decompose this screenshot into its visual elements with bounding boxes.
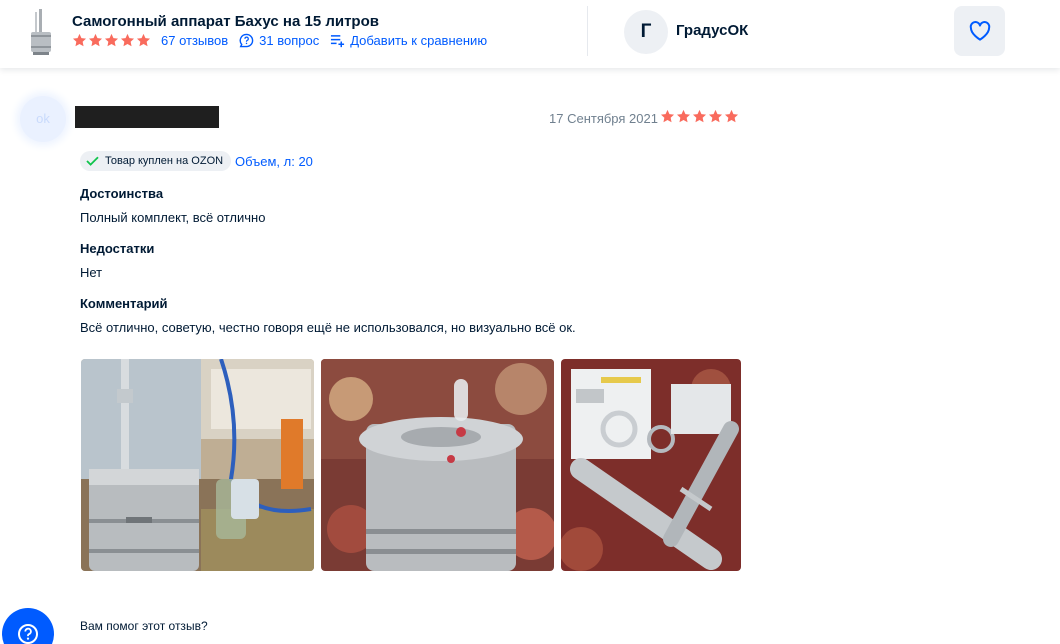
review-date: 17 Сентября 2021 bbox=[549, 111, 658, 126]
review-rating-stars bbox=[660, 109, 740, 124]
star-icon bbox=[72, 33, 87, 47]
speech-bubble-icon bbox=[239, 33, 254, 48]
cons-heading: Недостатки bbox=[80, 241, 155, 256]
comment-text: Всё отлично, советую, честно говоря ещё … bbox=[80, 320, 576, 335]
product-header: Самогонный аппарат Бахус на 15 литров 67… bbox=[0, 0, 1060, 68]
product-meta-row: 67 отзывов 31 вопрос Добавить к сравнени… bbox=[72, 33, 487, 48]
reviewer-avatar: ok bbox=[20, 96, 66, 142]
star-icon bbox=[692, 109, 707, 123]
compare-link[interactable]: Добавить к сравнению bbox=[330, 33, 487, 48]
help-button[interactable] bbox=[2, 608, 54, 644]
reviewer-name-redacted bbox=[75, 106, 219, 128]
header-divider bbox=[587, 6, 588, 56]
star-icon bbox=[708, 109, 723, 123]
compare-label: Добавить к сравнению bbox=[350, 33, 488, 48]
pros-heading: Достоинства bbox=[80, 186, 164, 201]
star-icon bbox=[120, 33, 135, 47]
cons-text: Нет bbox=[80, 265, 103, 280]
product-thumbnail[interactable] bbox=[28, 8, 54, 56]
question-icon bbox=[18, 624, 38, 644]
add-to-compare-icon bbox=[331, 35, 345, 48]
helpful-question: Вам помог этот отзыв? bbox=[80, 619, 208, 633]
product-title[interactable]: Самогонный аппарат Бахус на 15 литров bbox=[72, 13, 379, 30]
star-icon bbox=[104, 33, 119, 47]
star-icon bbox=[88, 33, 103, 47]
seller-avatar[interactable]: Г bbox=[624, 10, 668, 54]
questions-link[interactable]: 31 вопрос bbox=[239, 33, 319, 48]
star-icon bbox=[676, 109, 691, 123]
check-icon bbox=[86, 156, 99, 166]
heart-icon bbox=[969, 21, 990, 41]
questions-label: 31 вопрос bbox=[259, 33, 320, 48]
favorite-button[interactable] bbox=[954, 6, 1005, 56]
verified-purchase-badge: Товар куплен на OZON bbox=[80, 151, 232, 171]
review-photo[interactable] bbox=[561, 359, 741, 571]
product-rating-stars[interactable] bbox=[72, 33, 152, 48]
verified-purchase-label: Товар куплен на OZON bbox=[105, 155, 224, 167]
seller-name[interactable]: ГрадусОК bbox=[676, 22, 748, 39]
review-photo[interactable] bbox=[81, 359, 314, 571]
reviews-link[interactable]: 67 отзывов bbox=[161, 33, 228, 48]
star-icon bbox=[724, 109, 739, 123]
review-photo[interactable] bbox=[321, 359, 554, 571]
variant-volume[interactable]: Объем, л: 20 bbox=[235, 154, 313, 169]
comment-heading: Комментарий bbox=[80, 296, 168, 311]
pros-text: Полный комплект, всё отлично bbox=[80, 210, 266, 225]
star-icon bbox=[660, 109, 675, 123]
star-icon bbox=[136, 33, 151, 47]
